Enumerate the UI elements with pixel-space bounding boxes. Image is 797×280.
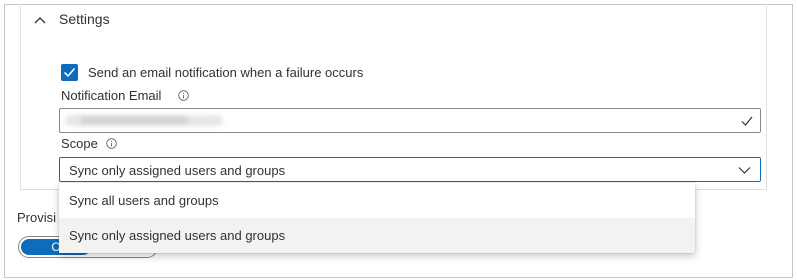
section-title[interactable]: Settings (59, 11, 110, 27)
redacted-email-blur (80, 117, 188, 124)
email-notification-checkbox[interactable] (61, 64, 78, 81)
notification-email-field[interactable] (59, 108, 761, 133)
notification-email-label: Notification Email (61, 88, 162, 103)
scope-dropdown[interactable]: Sync only assigned users and groups (59, 157, 761, 182)
checkmark-icon (741, 116, 753, 126)
scope-label: Scope (61, 136, 98, 151)
scope-dropdown-list: Sync all users and groups Sync only assi… (59, 183, 695, 253)
checkmark-icon (63, 67, 76, 78)
chevron-down-icon (738, 167, 751, 174)
scope-option-all[interactable]: Sync all users and groups (59, 183, 695, 218)
scope-selected-value: Sync only assigned users and groups (69, 163, 286, 178)
email-notification-label[interactable]: Send an email notification when a failur… (88, 65, 363, 80)
info-icon[interactable] (178, 90, 189, 101)
scope-option-assigned[interactable]: Sync only assigned users and groups (59, 218, 695, 253)
chevron-up-icon[interactable] (33, 13, 47, 27)
provisioning-status-label: Provisi (17, 210, 57, 225)
info-icon[interactable] (106, 138, 117, 149)
